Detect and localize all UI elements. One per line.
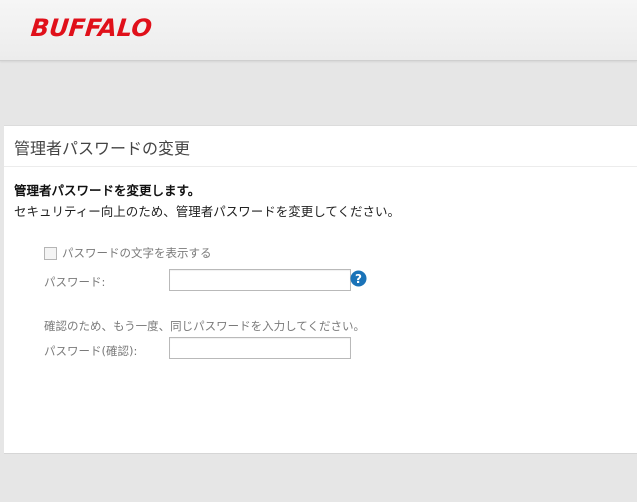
confirm-instruction: 確認のため、もう一度、同じパスワードを入力してください。 [44, 319, 365, 333]
panel-divider [4, 166, 637, 167]
show-password-option[interactable]: パスワードの文字を表示する [44, 245, 212, 261]
password-change-panel: 管理者パスワードの変更 管理者パスワードを変更します。 セキュリティー向上のため… [4, 125, 637, 454]
show-password-label: パスワードの文字を表示する [62, 246, 212, 260]
password-input[interactable] [169, 269, 351, 291]
show-password-checkbox[interactable] [44, 246, 57, 260]
buffalo-logo: BUFFALO [29, 14, 154, 42]
panel-title: 管理者パスワードの変更 [14, 139, 191, 158]
instruction-heading: 管理者パスワードを変更します。 [14, 183, 201, 198]
confirm-password-input[interactable] [169, 337, 351, 359]
password-label: パスワード: [44, 275, 106, 289]
instruction-text: セキュリティー向上のため、管理者パスワードを変更してください。 [14, 204, 401, 219]
svg-text:?: ? [355, 272, 362, 286]
question-circle-icon[interactable]: ? [350, 270, 367, 287]
confirm-password-label: パスワード(確認): [44, 344, 138, 358]
header-bar: BUFFALO [0, 0, 637, 61]
